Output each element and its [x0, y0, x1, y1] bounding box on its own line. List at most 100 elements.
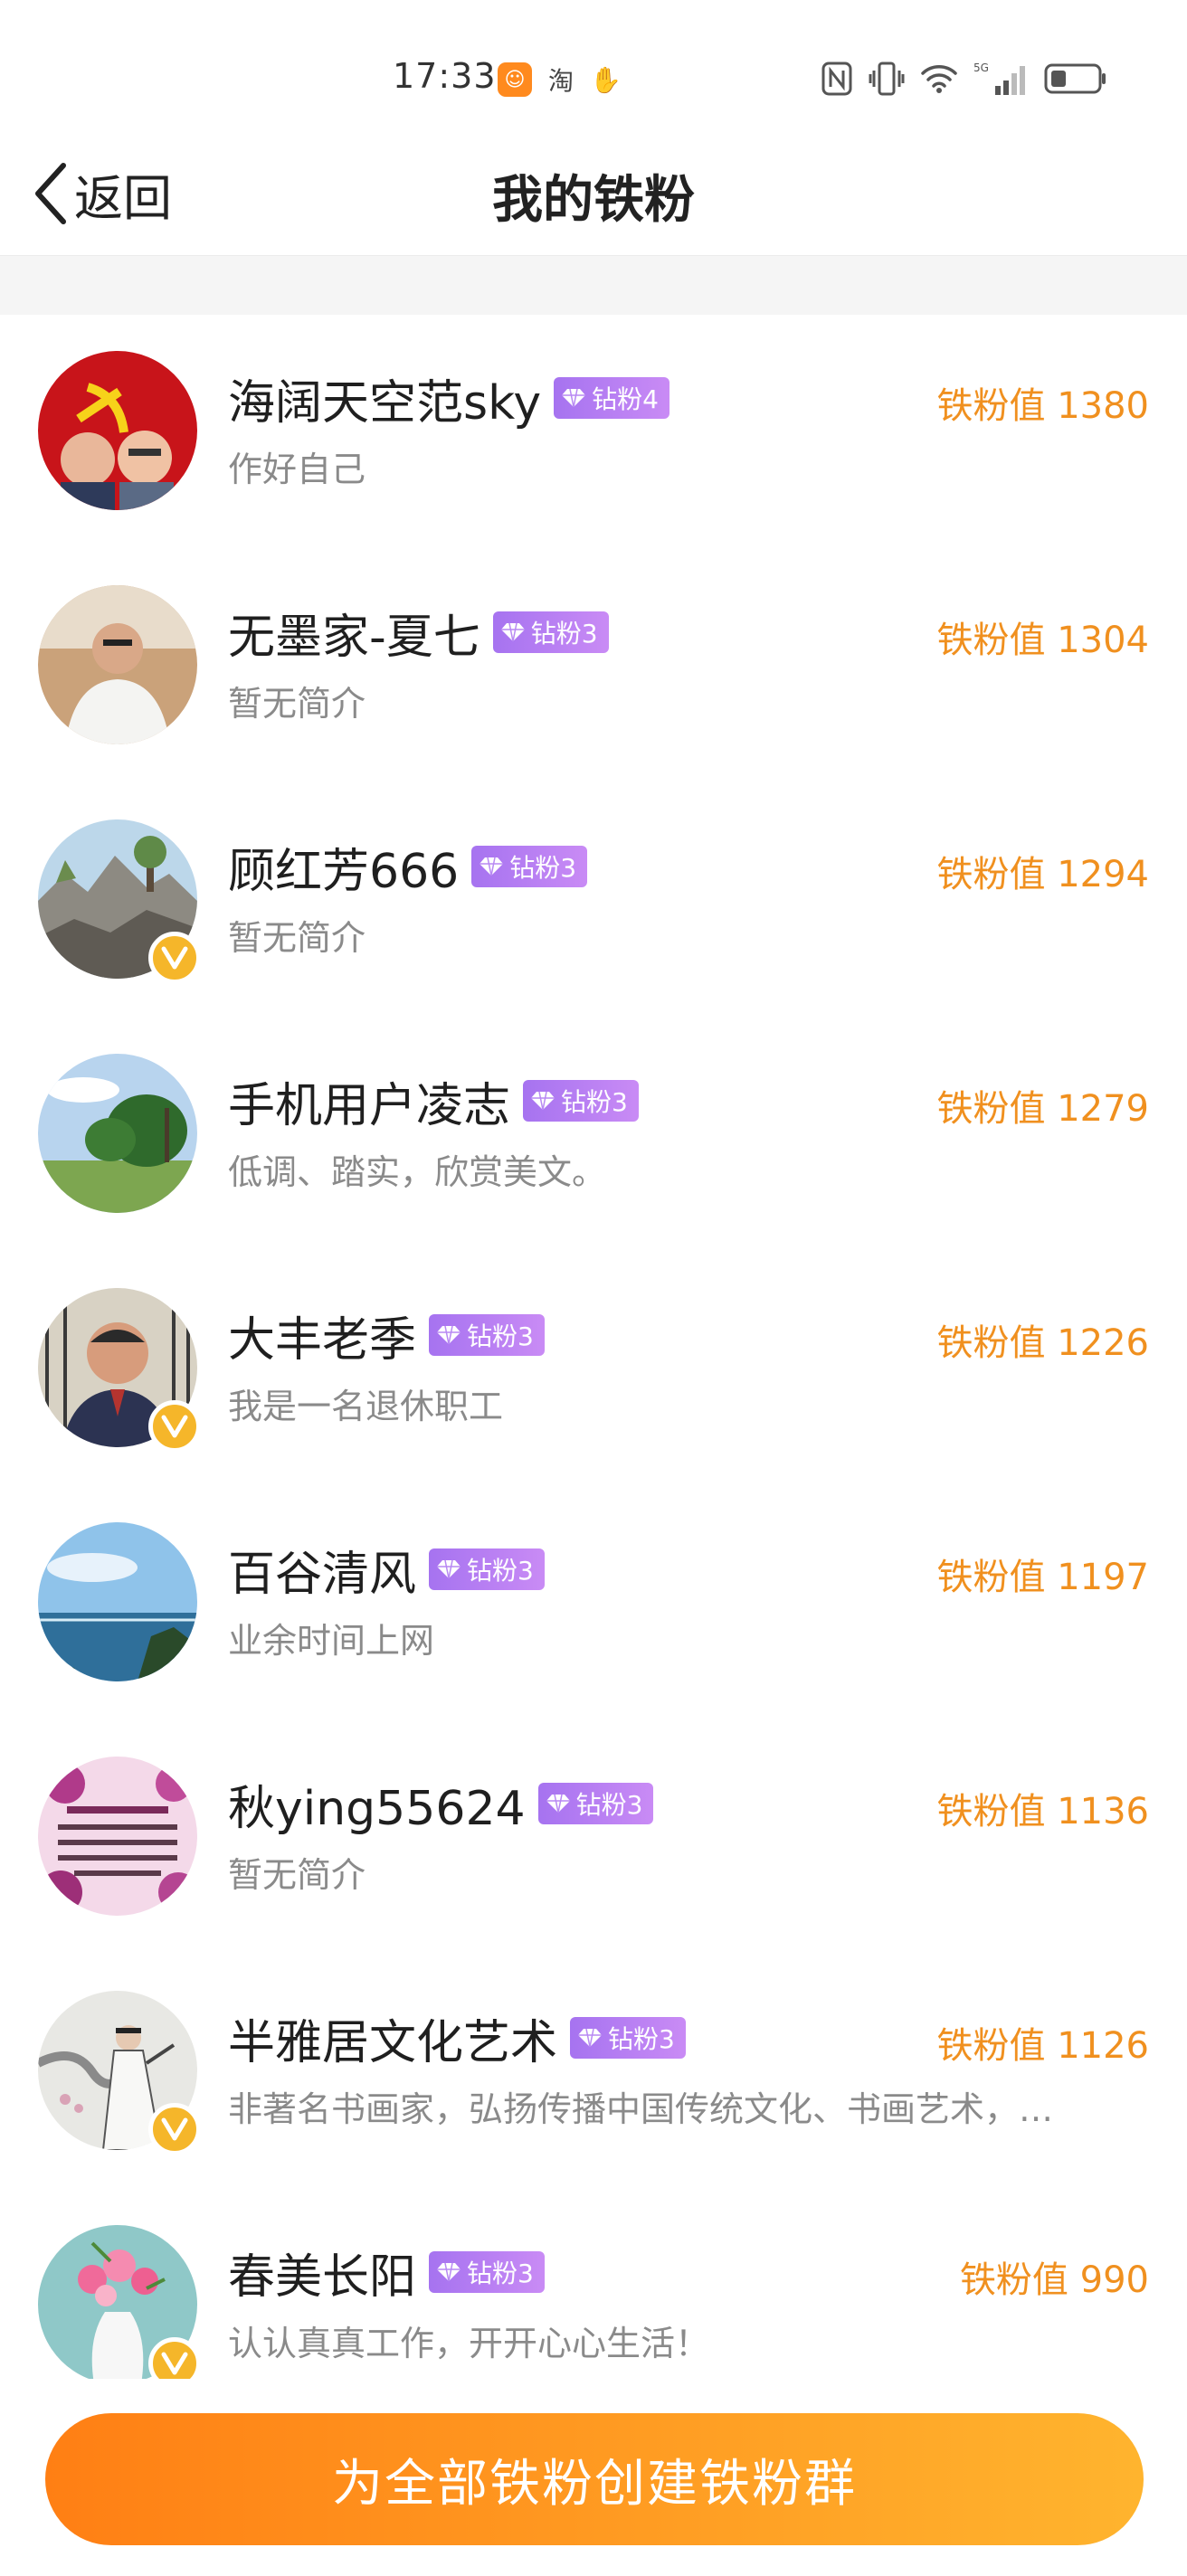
svg-text:5G: 5G [973, 62, 989, 74]
fan-bio: 暂无简介 [228, 1855, 366, 1895]
fan-name[interactable]: 百谷清风 [228, 1536, 416, 1604]
verified-v-icon [161, 946, 188, 970]
fan-list-item[interactable]: 手机用户凌志 钻粉3 低调、踏实，欣赏美文。 铁粉值 1279 [0, 1018, 1187, 1252]
fan-score: 铁粉值 1294 [936, 854, 1149, 895]
vibrate-icon [869, 62, 905, 96]
fan-list-item[interactable]: 百谷清风 钻粉3 业余时间上网 铁粉值 1197 [0, 1486, 1187, 1720]
diamond-icon [437, 1559, 461, 1579]
fan-list-item[interactable]: 秋ying55624 钻粉3 暂无简介 铁粉值 1136 [0, 1720, 1187, 1955]
fan-score: 铁粉值 1226 [936, 1322, 1149, 1364]
diamond-icon [437, 2262, 461, 2282]
fan-name-line: 百谷清风 钻粉3 [228, 1537, 545, 1602]
fan-bio: 暂无简介 [228, 918, 366, 958]
fan-name-line: 大丰老季 钻粉3 [228, 1302, 545, 1368]
fan-name[interactable]: 海阔天空范sky [228, 365, 541, 432]
avatar[interactable] [38, 1288, 201, 1453]
fan-level-badge: 钻粉3 [523, 1080, 639, 1122]
avatar[interactable] [38, 351, 197, 510]
section-divider [0, 255, 1187, 315]
fan-level-badge: 钻粉3 [537, 1783, 654, 1824]
avatar-image [38, 1757, 197, 1916]
fan-list: 海阔天空范sky 钻粉4 作好自己 铁粉值 1380 无墨家-夏七 钻粉3 暂无… [0, 315, 1187, 2423]
fan-list-item[interactable]: 半雅居文化艺术 钻粉3 非著名书画家，弘扬传播中国传统文化、书画艺术，… 铁粉值… [0, 1955, 1187, 2189]
fan-name-line: 秋ying55624 钻粉3 [228, 1770, 654, 1838]
fan-name-line: 手机用户凌志 钻粉3 [228, 1068, 639, 1133]
fan-name[interactable]: 秋ying55624 [228, 1770, 526, 1838]
fan-level-badge: 钻粉3 [570, 2017, 686, 2059]
status-time: 17:33 [393, 56, 497, 96]
fan-name-line: 海阔天空范sky 钻粉4 [228, 365, 669, 431]
fan-score: 铁粉值 1279 [936, 1088, 1149, 1130]
fan-name-line: 春美长阳 钻粉3 [228, 2240, 545, 2305]
fan-level-label: 钻粉3 [575, 1790, 643, 1820]
fan-score: 铁粉值 1197 [936, 1557, 1149, 1598]
avatar[interactable] [38, 1991, 201, 2155]
fan-bio: 业余时间上网 [228, 1621, 435, 1661]
fan-bio: 暂无简介 [228, 684, 366, 724]
fan-list-item[interactable]: 大丰老季 钻粉3 我是一名退休职工 铁粉值 1226 [0, 1252, 1187, 1486]
verified-v-icon [161, 2117, 188, 2141]
nav-bar: 返回 我的铁粉 [0, 136, 1187, 253]
fan-name[interactable]: 春美长阳 [228, 2239, 416, 2306]
avatar-image [38, 585, 197, 744]
verified-badge [148, 932, 201, 984]
fan-level-label: 钻粉3 [561, 1087, 628, 1117]
notification-icons: ☺ 淘 ✋ [498, 58, 622, 101]
verified-badge [148, 1400, 201, 1453]
fan-level-label: 钻粉3 [467, 1556, 534, 1586]
avatar[interactable] [38, 2225, 201, 2390]
fan-name[interactable]: 大丰老季 [228, 1302, 416, 1369]
page-title: 我的铁粉 [492, 171, 695, 230]
bottom-bar: 为全部铁粉创建铁粉群 [0, 2379, 1187, 2576]
fan-score: 铁粉值 990 [959, 2259, 1149, 2301]
diamond-icon [562, 388, 586, 408]
diamond-icon [531, 1091, 556, 1111]
fan-list-item[interactable]: 海阔天空范sky 钻粉4 作好自己 铁粉值 1380 [0, 315, 1187, 549]
fan-level-badge: 钻粉3 [429, 1548, 545, 1590]
cellular-signal-icon: 5G [973, 62, 1025, 95]
fan-score: 铁粉值 1380 [936, 385, 1149, 427]
fan-bio: 非著名书画家，弘扬传播中国传统文化、书画艺术，… [228, 2089, 1054, 2129]
fan-level-badge: 钻粉3 [429, 2251, 545, 2293]
taobao-notification-icon: 淘 [548, 66, 575, 96]
fan-level-badge: 钻粉3 [492, 611, 609, 653]
fan-bio: 认认真真工作，开开心心生活！ [228, 2324, 710, 2363]
diamond-icon [500, 622, 525, 642]
fan-level-label: 钻粉3 [509, 853, 577, 883]
fan-list-item[interactable]: 无墨家-夏七 钻粉3 暂无简介 铁粉值 1304 [0, 549, 1187, 783]
status-bar: 17:33 ☺ 淘 ✋ 5G [0, 0, 1187, 136]
fan-level-label: 钻粉3 [467, 1321, 534, 1351]
fan-name[interactable]: 半雅居文化艺术 [228, 2004, 557, 2072]
avatar[interactable] [38, 1757, 197, 1916]
nfc-icon [821, 62, 852, 96]
diamond-icon [546, 1794, 570, 1814]
avatar[interactable] [38, 819, 201, 984]
avatar[interactable] [38, 585, 197, 744]
fan-bio: 我是一名退休职工 [228, 1387, 504, 1426]
fan-bio: 作好自己 [228, 450, 366, 489]
avatar[interactable] [38, 1522, 197, 1681]
fan-name[interactable]: 顾红芳666 [228, 833, 459, 901]
verified-v-icon [161, 2352, 188, 2375]
fan-score: 铁粉值 1136 [936, 1791, 1149, 1833]
fan-level-label: 钻粉3 [530, 619, 598, 649]
avatar-image [38, 1522, 197, 1681]
verified-v-icon [161, 1415, 188, 1438]
fan-list-item[interactable]: 顾红芳666 钻粉3 暂无简介 铁粉值 1294 [0, 783, 1187, 1018]
fan-name[interactable]: 无墨家-夏七 [228, 599, 480, 667]
status-indicators: 5G [821, 56, 1107, 101]
app-notification-icon: ☺ [498, 62, 532, 97]
fan-score: 铁粉值 1304 [936, 620, 1149, 661]
verified-badge [148, 2103, 201, 2155]
fan-name-line: 无墨家-夏七 钻粉3 [228, 600, 609, 665]
diamond-icon [437, 1325, 461, 1345]
wifi-icon [921, 65, 957, 93]
avatar[interactable] [38, 1054, 197, 1213]
gesture-notification-icon: ✋ [590, 64, 622, 95]
fan-score: 铁粉值 1126 [936, 2025, 1149, 2067]
fan-name[interactable]: 手机用户凌志 [228, 1067, 510, 1135]
fan-level-badge: 钻粉3 [471, 846, 588, 887]
fan-level-badge: 钻粉4 [554, 377, 669, 419]
create-fan-group-button[interactable]: 为全部铁粉创建铁粉群 [45, 2413, 1144, 2545]
fan-level-label: 钻粉3 [608, 2024, 675, 2054]
